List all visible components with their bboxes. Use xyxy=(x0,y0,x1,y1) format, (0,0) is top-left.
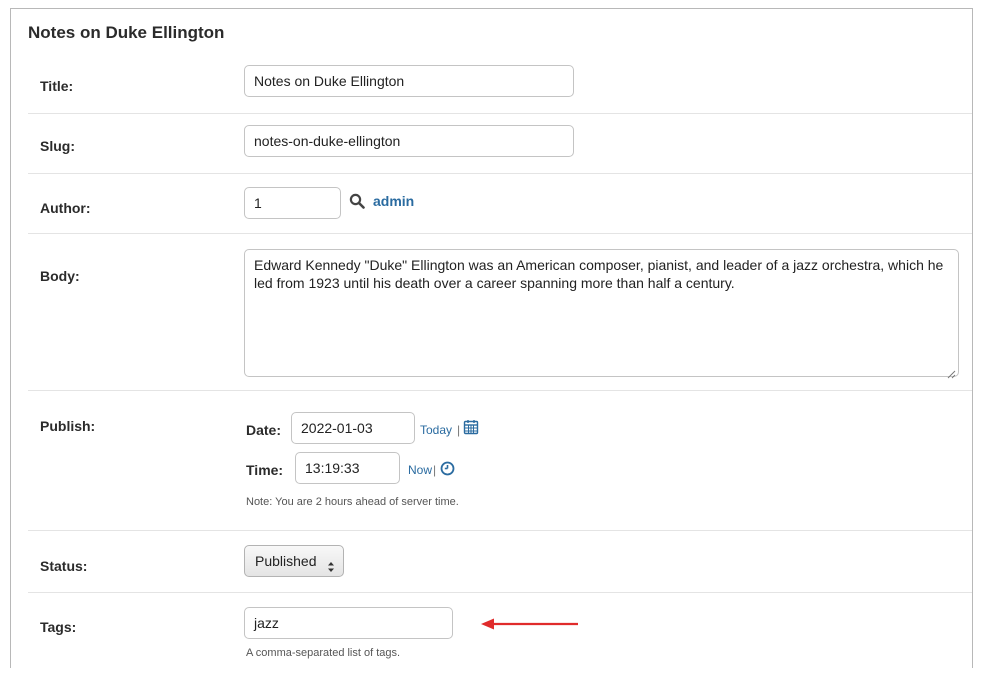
slug-input[interactable]: notes-on-duke-ellington xyxy=(244,125,574,157)
timezone-note: Note: You are 2 hours ahead of server ti… xyxy=(246,496,459,508)
tags-label: Tags: xyxy=(40,619,77,635)
body-row: Body: Edward Kennedy "Duke" Ellington wa… xyxy=(28,234,972,391)
select-updown-icon xyxy=(327,554,335,572)
resize-grip-icon[interactable] xyxy=(947,365,956,379)
change-form-panel: Notes on Duke Ellington Title: Notes on … xyxy=(10,8,973,668)
calendar-icon[interactable] xyxy=(463,419,479,435)
author-label: Author: xyxy=(40,200,91,216)
date-input[interactable]: 2022-01-03 xyxy=(291,412,415,444)
date-label: Date: xyxy=(246,422,282,438)
time-separator: | xyxy=(433,463,437,477)
slug-label: Slug: xyxy=(40,138,75,154)
search-icon[interactable] xyxy=(349,193,365,209)
today-link[interactable]: Today xyxy=(420,423,452,437)
date-separator: | xyxy=(457,423,461,437)
body-text: Edward Kennedy "Duke" Ellington was an A… xyxy=(254,257,944,291)
tags-row: Tags: jazz A comma-separated list of tag… xyxy=(28,593,972,673)
author-id-input[interactable]: 1 xyxy=(244,187,341,219)
clock-icon[interactable] xyxy=(440,461,455,476)
tags-input[interactable]: jazz xyxy=(244,607,453,639)
red-arrow-annotation xyxy=(480,616,580,632)
author-row: Author: 1 admin xyxy=(28,174,972,234)
time-input[interactable]: 13:19:33 xyxy=(295,452,400,484)
body-textarea[interactable]: Edward Kennedy "Duke" Ellington was an A… xyxy=(244,249,959,379)
form-heading: Notes on Duke Ellington xyxy=(28,23,225,42)
publish-label: Publish: xyxy=(40,418,96,434)
time-label: Time: xyxy=(246,462,284,478)
tags-help-text: A comma-separated list of tags. xyxy=(246,647,401,659)
title-input[interactable]: Notes on Duke Ellington xyxy=(244,65,574,97)
status-row: Status: Published xyxy=(28,531,972,593)
body-label: Body: xyxy=(40,268,80,284)
status-selected-value: Published xyxy=(255,553,317,569)
title-row: Title: Notes on Duke Ellington xyxy=(28,54,972,114)
status-select[interactable]: Published xyxy=(244,545,344,577)
slug-row: Slug: notes-on-duke-ellington xyxy=(28,114,972,174)
now-link[interactable]: Now xyxy=(408,463,432,477)
title-label: Title: xyxy=(40,78,74,94)
author-lookup-link[interactable]: admin xyxy=(373,193,414,209)
status-label: Status: xyxy=(40,558,88,574)
publish-row: Publish: Date: 2022-01-03 Today | Time: … xyxy=(28,391,972,531)
